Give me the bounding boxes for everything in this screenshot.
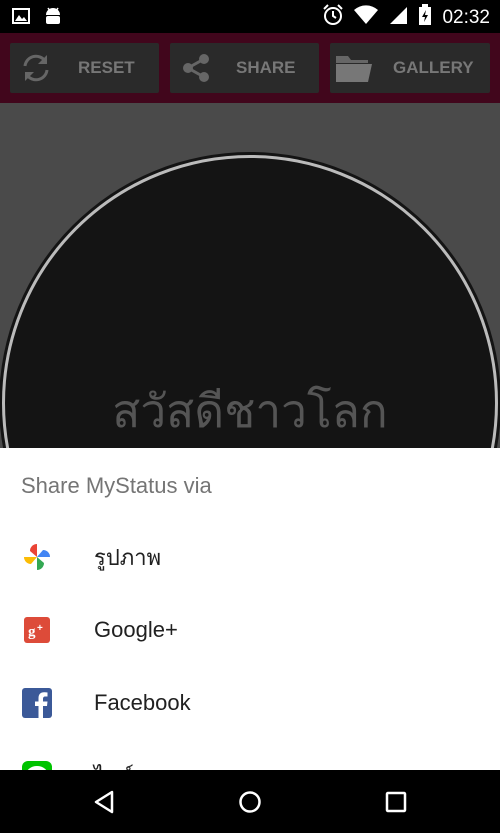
back-icon[interactable]: [92, 790, 116, 819]
share-label: SHARE: [236, 58, 296, 77]
reset-button[interactable]: RESET: [10, 43, 159, 93]
share-target-line[interactable]: ไลน์: [0, 740, 500, 770]
gallery-button[interactable]: GALLERY: [330, 43, 490, 93]
line-icon: [22, 761, 52, 770]
svg-text:+: +: [37, 623, 43, 634]
share-target-google-plus[interactable]: g + Google+: [0, 594, 500, 666]
recents-icon[interactable]: [385, 791, 407, 818]
share-target-label: ไลน์: [94, 759, 134, 771]
share-target-label: Google+: [94, 617, 178, 642]
google-photos-icon: [22, 542, 52, 572]
reset-label: RESET: [78, 58, 135, 77]
android-icon: [44, 6, 62, 31]
signal-icon: [388, 5, 408, 30]
alarm-icon: [322, 4, 344, 31]
home-icon[interactable]: [238, 790, 262, 819]
status-preview-area: สวัสดีชาวโลก: [0, 103, 500, 448]
action-toolbar: RESET SHARE GALLERY: [0, 33, 500, 103]
share-target-label: รูปภาพ: [94, 544, 162, 570]
navigation-bar: [0, 770, 500, 833]
facebook-icon: [22, 688, 52, 718]
image-icon: [12, 8, 30, 29]
share-target-label: Facebook: [94, 690, 191, 715]
share-button[interactable]: SHARE: [170, 43, 319, 93]
share-sheet: Share MyStatus via รูปภาพ g + Google+ Fac…: [0, 448, 500, 770]
wifi-icon: [354, 5, 379, 30]
share-target-photos[interactable]: รูปภาพ: [0, 521, 500, 593]
svg-text:g: g: [28, 624, 36, 640]
battery-icon: [418, 4, 432, 31]
share-target-facebook[interactable]: Facebook: [0, 667, 500, 739]
share-icon: [180, 52, 212, 89]
clock: 02:32: [442, 6, 490, 28]
refresh-icon: [20, 52, 52, 89]
folder-icon: [335, 53, 373, 88]
google-plus-icon: g +: [22, 615, 52, 645]
status-text: สวัสดีชาวโลก: [112, 384, 388, 438]
gallery-label: GALLERY: [393, 58, 474, 77]
status-bar: 02:32: [0, 0, 500, 33]
share-sheet-title: Share MyStatus via: [21, 473, 212, 498]
